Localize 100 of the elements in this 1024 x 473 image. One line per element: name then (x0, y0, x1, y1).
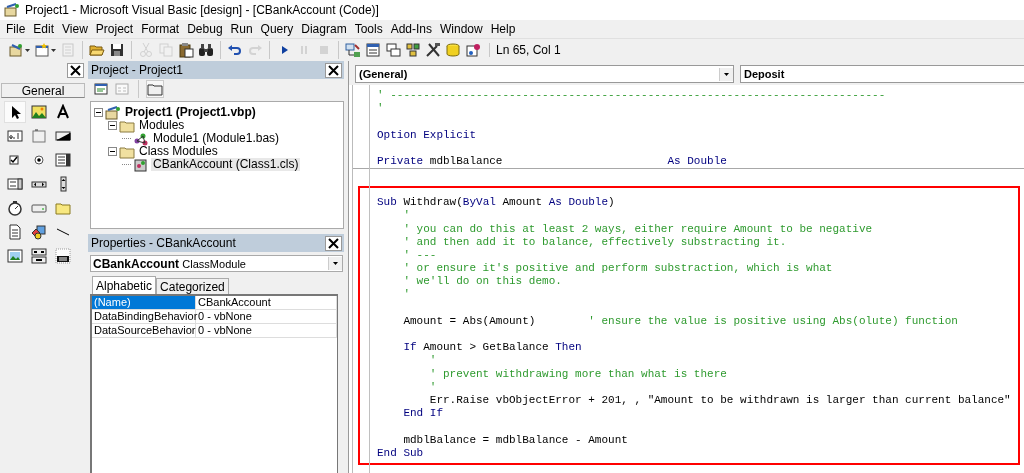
close-button[interactable] (67, 62, 84, 78)
code-line: mdblBalance = mdblBalance - Amount (402, 433, 629, 447)
tool-button[interactable] (4, 101, 26, 123)
panel-title: Project - Project1 (91, 63, 184, 77)
toggle-folders-button[interactable] (146, 80, 164, 98)
property-value[interactable]: 0 - vbNone (196, 310, 337, 323)
property-name[interactable]: DataSourceBehavior (92, 324, 196, 337)
property-window-icon (365, 42, 381, 58)
object-dropdown[interactable]: (General) (355, 65, 734, 83)
menu-item[interactable]: Project (91, 22, 138, 36)
toolbox-tab[interactable]: General (1, 83, 85, 98)
close-button[interactable] (325, 235, 342, 251)
tree-item[interactable]: Modules (137, 119, 187, 132)
menu-item[interactable]: Run (226, 22, 257, 36)
collapse-icon[interactable] (108, 121, 117, 130)
code-line: ' prevent withdrawing more than what is there (428, 367, 728, 381)
tree-item[interactable]: Module1 (Module1.bas) (151, 132, 282, 145)
tree-item[interactable]: CBankAccount (Class1.cls) (151, 158, 301, 171)
menu-item[interactable]: File (2, 22, 30, 36)
project-tree-icon (345, 42, 361, 58)
project-icon (4, 2, 20, 18)
landscape-icon (31, 104, 47, 120)
code-line: ' (402, 288, 411, 302)
close-button[interactable] (325, 62, 342, 78)
tree-item[interactable]: Project1 (Project1.vbp) (123, 106, 258, 119)
class-icon (133, 156, 149, 173)
collapse-icon[interactable] (108, 147, 117, 156)
form-icon (115, 82, 129, 96)
component-icon (465, 42, 481, 58)
document-icon (7, 224, 23, 240)
close-icon (70, 64, 81, 76)
menu-item[interactable]: View (58, 22, 92, 36)
radio-icon (31, 152, 47, 168)
code-line: End Sub (377, 446, 425, 460)
button-icon (55, 128, 71, 144)
letter-a-icon (55, 104, 71, 120)
folder-icon (55, 200, 71, 216)
code-line: ' you can do this at least 2 ways, either require Amount to be negative (402, 222, 874, 236)
project-icon (105, 104, 121, 121)
menu-item[interactable]: Format (137, 22, 184, 36)
code-line: Option Explicit (377, 128, 478, 142)
dotted-grid-icon (55, 248, 71, 264)
menu-editor-icon (60, 42, 76, 58)
text-box-icon (7, 128, 23, 144)
tab[interactable]: Categorized (156, 278, 229, 294)
tab[interactable]: Alphabetic (92, 276, 157, 294)
toolbar-button[interactable] (176, 40, 196, 60)
panel-title: Properties - CBankAccount (91, 236, 236, 250)
undo-icon (227, 42, 243, 58)
code-line: Amount = Abs(Amount) ' ensure the value is positive using Abs(olute) function (402, 314, 959, 328)
redo-icon (247, 42, 263, 58)
scissors-icon (138, 42, 154, 58)
collapse-icon[interactable] (94, 108, 103, 117)
view-code-button[interactable] (92, 80, 110, 98)
code-line: ' --------------------------------------------------------------------------- (377, 89, 887, 103)
close-icon (328, 64, 339, 76)
menu-item[interactable]: Window (436, 22, 487, 36)
caret-icon (51, 48, 56, 52)
data-control-icon (31, 248, 47, 264)
menu-item[interactable]: Diagram (297, 22, 351, 36)
property-name[interactable]: DataBindingBehavior (92, 310, 196, 323)
menu-item[interactable]: Edit (29, 22, 59, 36)
form-layout-icon (385, 42, 401, 58)
hammer-wrench-icon (425, 42, 441, 58)
procedure-dropdown[interactable]: Deposit (740, 65, 1024, 83)
object-dropdown[interactable]: CBankAccount ClassModule (90, 255, 343, 272)
code-line: Sub Withdraw(ByVal Amount As Double) (377, 196, 616, 210)
window-title: Project1 - Microsoft Visual Basic [design] - [CBankAccount (Code)] (25, 3, 379, 17)
menu-item[interactable]: Query (256, 22, 298, 36)
code-line: Private mdblBalance As Double (377, 154, 728, 169)
tree-item[interactable]: Class Modules (137, 145, 220, 158)
cursor-position: Ln 65, Col 1 (489, 43, 561, 57)
code-line: ' we'll do on this demo. (402, 275, 563, 289)
code-editor[interactable] (352, 85, 1024, 473)
code-line: ' (428, 380, 438, 394)
property-value[interactable]: CBankAccount (196, 296, 337, 309)
menu-item[interactable]: Tools (350, 22, 387, 36)
menu-item[interactable]: Help (486, 22, 520, 36)
add-form-icon (34, 42, 50, 58)
property-value[interactable]: 0 - vbNone (196, 324, 337, 337)
code-line: Err.Raise vbObjectError + 201, , "Amount to be withdrawn is larger than current balance" (428, 393, 1012, 408)
database-icon (445, 42, 461, 58)
toolbar-button[interactable] (403, 40, 423, 60)
binoculars-icon (198, 42, 214, 58)
open-folder-icon (89, 42, 105, 58)
tool-button[interactable] (28, 245, 50, 267)
shapes-icon (31, 224, 47, 240)
menu-item[interactable]: Add-Ins (386, 22, 436, 36)
code-line: ' (377, 102, 385, 116)
toolbar-button[interactable] (363, 40, 383, 60)
clipboard-icon (178, 42, 194, 58)
code-line: ' and then add it to balance, effectively substracting it. (402, 235, 788, 249)
property-name[interactable]: (Name) (92, 296, 196, 309)
code-line: ' --- (402, 248, 438, 263)
code-line: If Amount > GetBalance Then (402, 341, 583, 355)
caret-icon (25, 48, 30, 52)
stopwatch-icon (7, 200, 23, 216)
code-window-icon (94, 82, 108, 96)
add-project-icon (8, 42, 24, 58)
menu-item[interactable]: Debug (183, 22, 227, 36)
